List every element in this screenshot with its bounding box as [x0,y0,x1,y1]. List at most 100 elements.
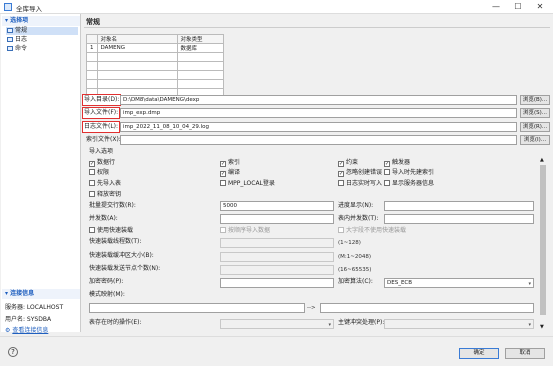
checkbox-fast-load-big[interactable]: 大字段不使用快速装载 [338,227,406,235]
checkbox-server-info[interactable]: 显示服务器信息 [384,180,434,188]
cancel-button[interactable]: 取消 [505,348,545,359]
index-file-label: 索引文件(X): [86,136,121,143]
browse-file-button[interactable]: 浏览(S)... [520,108,550,118]
checkbox-ignore-errors[interactable]: ✓ 忽略创建错误 [338,169,382,177]
fast-buffer-range: (M:1~2048) [338,254,371,260]
checkbox-box [89,169,95,175]
scroll-up-icon[interactable]: ▲ [540,157,544,163]
index-file-input[interactable] [120,135,517,145]
checkbox-box [384,169,390,175]
parallel-input[interactable] [220,214,334,224]
title-bar: 全库导入 — ☐ ✕ [0,0,553,14]
checkbox-box [89,180,95,186]
fast-nodes-range: (16~65535) [338,267,372,273]
chevron-down-icon: ▾ [328,322,331,328]
log-file-input[interactable]: imp_2022_11_08_10_04_29.log [120,122,517,132]
vertical-scrollbar[interactable]: ▲ ▼ [539,157,547,332]
parallel-label: 并发数(A): [89,215,118,222]
table-header [86,34,98,44]
log-file-label: 日志文件(L): [82,121,121,133]
scroll-down-icon[interactable]: ▼ [540,324,544,330]
checkbox-box [89,227,95,233]
pk-conflict-label: 主键冲突处理(P): [338,319,385,326]
checkbox-trigger[interactable]: ✓ 触发器 [384,159,410,167]
scrollbar-thumb[interactable] [540,165,546,315]
object-table: 对象名 对象类型 1 DAMENG 数据库 [86,34,224,98]
checkbox-box [89,191,95,197]
checkbox-box [338,227,344,233]
import-file-input[interactable]: imp_exp.dmp [120,108,517,118]
checkbox-fast-load-order[interactable]: 按顺序导入数据 [220,227,270,235]
ok-button[interactable]: 确定 [459,348,499,359]
schema-map-source-input[interactable] [89,303,305,313]
fast-buffer-input[interactable] [220,252,334,262]
fast-threads-input[interactable] [220,238,334,248]
view-connection-link[interactable]: ⚙ 查看连接信息 [5,325,48,334]
select-items-header[interactable]: ▾ 选择项 [2,16,80,26]
checkbox-constraint[interactable]: ✓ 约束 [338,159,358,167]
maximize-button[interactable]: ☐ [508,1,528,13]
table-exists-select[interactable]: ▾ [220,319,334,329]
table-header: 对象类型 [176,34,224,44]
checkbox-box [220,227,226,233]
browse-log-button[interactable]: 浏览(R)... [520,122,550,132]
user-info: 用户名: SYSDBA [5,316,52,323]
connection-info-header[interactable]: ▾ 连接信息 [2,289,80,299]
help-icon[interactable]: ? [8,347,18,357]
batch-rows-label: 批量提交行数(R): [89,202,136,209]
progress-label: 进度显示(N): [338,202,374,209]
table-parallel-input[interactable] [384,214,534,224]
progress-input[interactable] [384,201,534,211]
fast-nodes-label: 快速装载发送节点个数(N): [89,265,161,272]
checkbox-fast-load[interactable]: 使用快速装载 [89,227,133,235]
checkbox-box: ✓ [338,161,344,167]
table-row[interactable] [86,79,224,89]
checkbox-compile[interactable]: ✓ 编译 [220,169,240,177]
checkbox-box [220,180,226,186]
browse-index-button[interactable]: 浏览(I)... [520,135,550,145]
server-info: 服务器: LOCALHOST [5,304,64,311]
encrypt-password-label: 加密密码(P): [89,278,124,285]
fast-threads-label: 快速装载线程数(T): [89,238,142,245]
sidebar-item-log[interactable]: 日志 [6,36,78,44]
sidebar-item-command[interactable]: 命令 [6,45,78,53]
app-icon [4,3,12,11]
schema-map-target-input[interactable] [320,303,534,313]
encrypt-password-input[interactable] [220,278,334,288]
encrypt-algorithm-select[interactable]: DES_ECB ▾ [384,278,534,288]
checkbox-log-realtime[interactable]: 日志实时写入 [338,180,382,188]
checkbox-box: ✓ [220,171,226,177]
table-row[interactable] [86,70,224,80]
import-dir-input[interactable]: D:\DM8\data\DAMENG\dexp [120,95,517,105]
table-row[interactable]: 1 DAMENG 数据库 [86,43,224,53]
checkbox-table-first[interactable]: 先导入表 [89,180,121,188]
divider [84,27,550,28]
checkbox-index-first[interactable]: 导入时先建索引 [384,169,434,177]
checkbox-release-key[interactable]: 释放密钥 [89,191,121,199]
sidebar [1,14,81,332]
chevron-down-icon: ▾ [528,322,531,328]
fast-buffer-label: 快速装载缓冲区大小(B): [89,252,154,259]
import-dir-label: 导入目录(D): [82,94,122,106]
table-header: 对象名 [96,34,178,44]
sidebar-item-general[interactable]: 常规 [6,27,78,35]
table-row[interactable] [86,52,224,62]
checkbox-privilege[interactable]: 权限 [89,169,109,177]
page-icon [7,37,13,42]
schema-map-label: 模式映射(M): [89,291,125,298]
checkbox-data-rows[interactable]: ✓ 数据行 [89,159,115,167]
batch-rows-input[interactable]: 5000 [220,201,334,211]
close-button[interactable]: ✕ [530,1,550,13]
fast-threads-range: (1~128) [338,240,361,246]
page-icon [7,46,13,51]
checkbox-index[interactable]: ✓ 索引 [220,159,240,167]
fast-nodes-input[interactable] [220,265,334,275]
table-parallel-label: 表内并发数(T): [338,215,379,222]
pk-conflict-select[interactable]: ▾ [384,319,534,329]
checkbox-mpp-local[interactable]: MPP_LOCAL登录 [220,180,275,188]
chevron-down-icon: ▾ [528,281,531,287]
table-row[interactable] [86,61,224,71]
connection-icon: ⚙ [5,327,11,334]
browse-dir-button[interactable]: 浏览(B)... [520,95,550,105]
minimize-button[interactable]: — [486,1,506,13]
